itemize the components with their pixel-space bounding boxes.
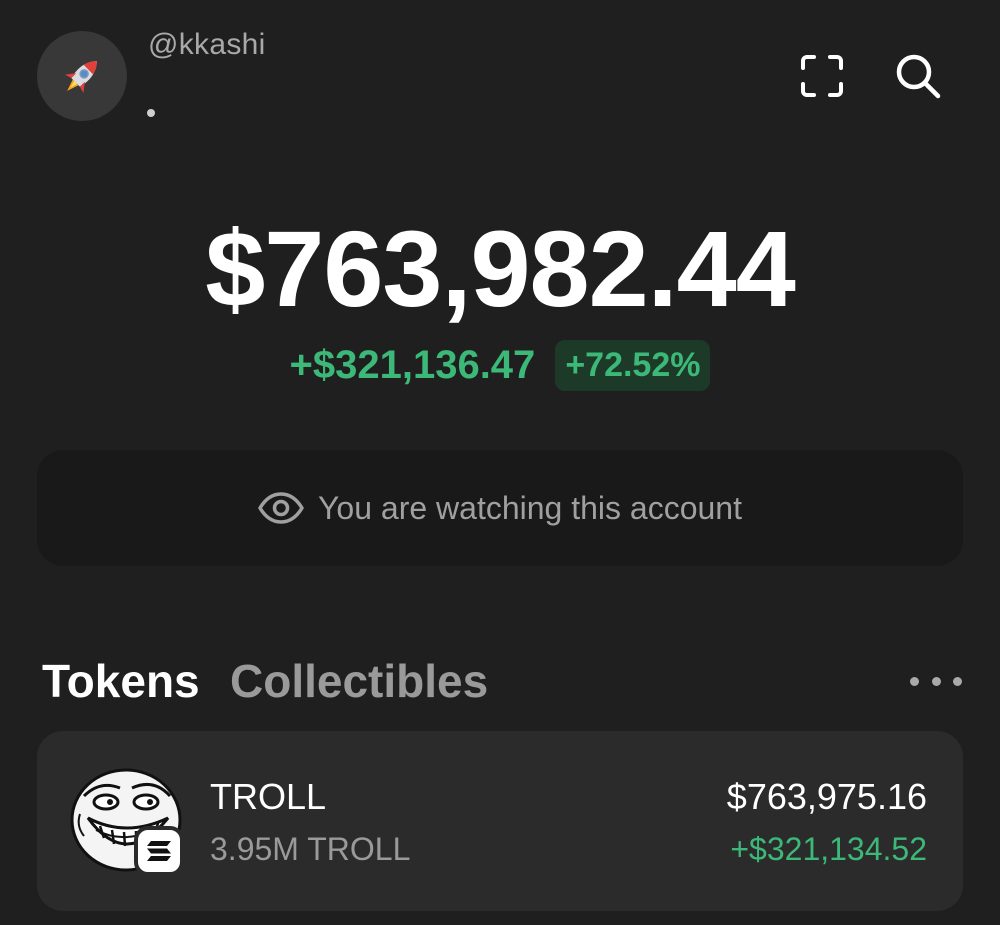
- portfolio-balance: $763,982.44: [205, 208, 796, 329]
- tab-collectibles[interactable]: Collectibles: [230, 654, 488, 708]
- wallet-screen: @kkashi $763,982.44 +$321,136.47 +72.52%…: [0, 0, 1000, 925]
- watching-text: You are watching this account: [318, 489, 742, 526]
- solana-chain-badge: [134, 826, 184, 876]
- change-amount: +$321,136.47: [289, 343, 536, 387]
- search-icon: [896, 54, 941, 99]
- more-dot: [931, 676, 941, 686]
- change-percent-badge: +72.52%: [555, 340, 711, 391]
- token-change: +$321,134.52: [730, 831, 927, 867]
- token-row-troll[interactable]: TROLL 3.95M TROLL $763,975.16 +$321,134.…: [37, 731, 963, 911]
- watching-account-banner: You are watching this account: [37, 450, 963, 566]
- status-dot: [147, 109, 155, 117]
- portfolio-change: +$321,136.47 +72.52%: [0, 340, 1000, 391]
- token-quantity: 3.95M TROLL: [210, 831, 411, 867]
- scan-icon: [801, 55, 843, 97]
- more-options-button[interactable]: [910, 668, 962, 694]
- rocket-icon: [65, 61, 97, 93]
- scan-button[interactable]: [796, 50, 848, 102]
- more-dot: [910, 676, 919, 686]
- token-value: $763,975.16: [726, 776, 927, 817]
- solana-icon: [147, 841, 171, 861]
- search-button[interactable]: [892, 50, 944, 102]
- username: @kkashi: [148, 28, 266, 61]
- avatar[interactable]: [37, 31, 127, 121]
- eye-icon: [258, 492, 304, 524]
- token-name: TROLL: [210, 776, 327, 817]
- tab-tokens[interactable]: Tokens: [42, 654, 200, 708]
- more-dot: [953, 676, 962, 686]
